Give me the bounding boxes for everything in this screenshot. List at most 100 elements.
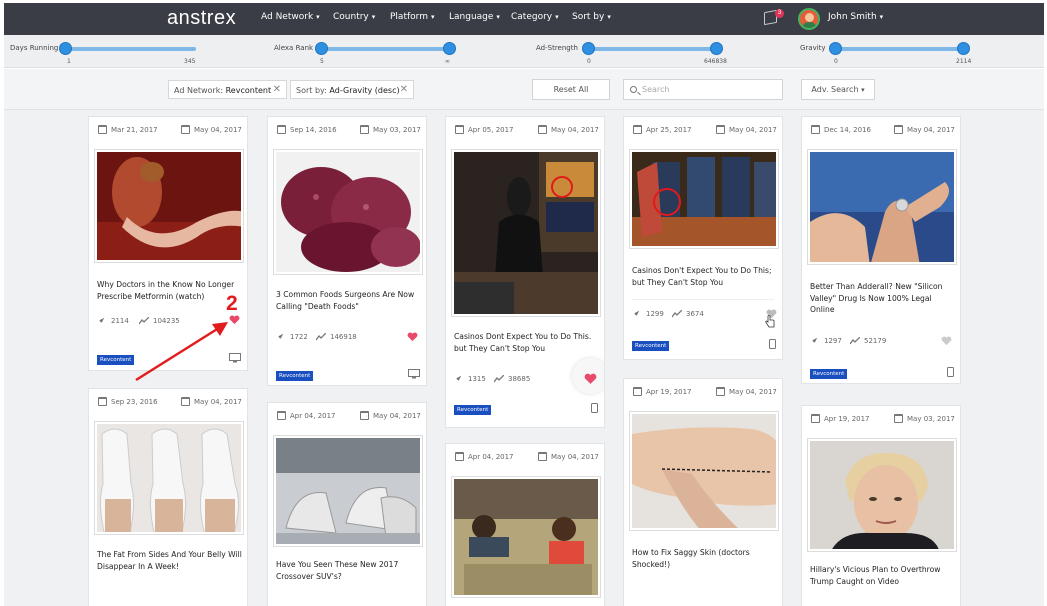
ads-grid: Mar 21, 2017 May 04, 2017 Why Doctors in… [4, 110, 1044, 606]
ad-image[interactable] [452, 477, 600, 597]
ad-card[interactable]: Apr 19, 2017 May 03, 2017 Hillary's Vici… [801, 405, 961, 606]
ad-image[interactable] [452, 150, 600, 316]
calendar-icon [716, 387, 725, 396]
days-running-min-handle[interactable] [59, 42, 72, 55]
ad-image[interactable] [95, 150, 243, 262]
ad-image[interactable] [274, 436, 422, 546]
rocket-icon [97, 317, 105, 325]
alexa-rank-max-handle[interactable] [443, 42, 456, 55]
chevron-down-icon: ▾ [496, 13, 500, 21]
ad-card[interactable]: Sep 23, 2016 May 04, 2017 The Fat From S… [88, 388, 248, 606]
ad-network-tag: Revcontent [97, 355, 135, 365]
ad-strength-max-handle[interactable] [710, 42, 723, 55]
days-running-max-value: 345 [184, 58, 196, 65]
last-seen-date: May 04, 2017 [551, 126, 599, 134]
trend-icon [494, 375, 504, 383]
gravity-max-value: 2114 [956, 58, 972, 65]
alexa-rank-track[interactable] [322, 47, 450, 51]
calendar-icon [633, 125, 642, 134]
ad-network-tag: Revcontent [810, 369, 848, 379]
alexa-rank-min-handle[interactable] [315, 42, 328, 55]
ad-title[interactable]: Hillary's Vicious Plan to Overthrow Trum… [810, 564, 955, 587]
ad-title[interactable]: Casinos Dont Expect You to Do This. but … [454, 331, 599, 354]
mobile-icon [769, 339, 776, 349]
ad-title[interactable]: Casinos Don't Expect You to Do This; but… [632, 265, 777, 288]
gravity-min-handle[interactable] [829, 42, 842, 55]
ad-stats: 1722 146918 [276, 332, 421, 345]
calendar-icon [811, 414, 820, 423]
card-dates: Sep 23, 2016 May 04, 2017 [89, 397, 247, 409]
ad-image[interactable] [95, 422, 243, 534]
chip-value: Revcontent [225, 86, 272, 95]
reset-all-button[interactable]: Reset All [532, 79, 610, 100]
user-menu[interactable]: John Smith ▾ [828, 12, 883, 22]
close-icon[interactable]: ✕ [273, 84, 281, 95]
mobile-icon [947, 367, 954, 377]
first-seen-date: Apr 04, 2017 [468, 453, 514, 461]
search-input[interactable]: Search [623, 79, 783, 100]
heart-icon[interactable] [407, 332, 418, 342]
ad-image[interactable] [274, 150, 422, 274]
nav-platform[interactable]: Platform ▾ [390, 12, 434, 22]
adv-search-button[interactable]: Adv. Search ▾ [801, 79, 875, 100]
calendar-icon [98, 397, 107, 406]
nav-category[interactable]: Category ▾ [511, 12, 559, 22]
gravity-track[interactable] [836, 47, 964, 51]
ad-image[interactable] [808, 439, 956, 551]
days-running-min-value: 1 [67, 58, 71, 65]
nav-ad-network-label: Ad Network [261, 12, 314, 22]
heart-icon[interactable] [584, 373, 597, 385]
ad-strength-value: 1722 [290, 333, 308, 341]
nav-country[interactable]: Country ▾ [333, 12, 375, 22]
card-dates: Apr 05, 2017 May 04, 2017 [446, 125, 604, 137]
ad-title[interactable]: Better Than Adderall? New "Silicon Valle… [810, 281, 955, 316]
ad-card[interactable]: Dec 14, 2016 May 04, 2017 Better Than Ad… [801, 116, 961, 384]
rocket-icon [454, 375, 462, 383]
ad-image[interactable] [808, 150, 956, 264]
ad-card[interactable]: Apr 25, 2017 May 04, 2017 Casinos Don't … [623, 116, 783, 360]
gravity-value: 3674 [686, 310, 704, 318]
chevron-down-icon: ▾ [879, 13, 884, 21]
first-seen-date: Sep 23, 2016 [111, 398, 158, 406]
nav-language[interactable]: Language ▾ [449, 12, 500, 22]
ad-card[interactable]: Apr 04, 2017 May 04, 2017 [445, 443, 605, 606]
ad-card[interactable]: Apr 05, 2017 May 04, 2017 Casinos Dont E… [445, 116, 605, 428]
last-seen-date: May 04, 2017 [194, 398, 242, 406]
ad-title[interactable]: 3 Common Foods Surgeons Are Now Calling … [276, 289, 421, 312]
last-seen-date: May 04, 2017 [907, 126, 955, 134]
calendar-icon [455, 125, 464, 134]
calendar-icon [811, 125, 820, 134]
adv-search-label: Adv. Search [811, 85, 859, 94]
ad-card[interactable]: Apr 04, 2017 May 04, 2017 Have You Seen … [267, 402, 427, 606]
ad-card[interactable]: Sep 14, 2016 May 03, 2017 3 Common Foods… [267, 116, 427, 386]
annotation-arrow [135, 322, 228, 382]
gravity-value: 38685 [508, 375, 531, 383]
ad-title[interactable]: Have You Seen These New 2017 Crossover S… [276, 559, 421, 582]
slider-label-alexa-rank: Alexa Rank [274, 44, 314, 52]
days-running-track[interactable] [66, 47, 196, 51]
calendar-icon [98, 125, 107, 134]
nav-ad-network[interactable]: Ad Network ▾ [261, 12, 320, 22]
gravity-value: 52179 [864, 337, 887, 345]
ad-image[interactable] [630, 412, 778, 530]
avatar[interactable] [798, 8, 820, 30]
first-seen-date: Apr 19, 2017 [824, 415, 870, 423]
top-navbar: anstrex Ad Network ▾ Country ▾ Platform ▾ L… [4, 3, 1044, 35]
close-icon[interactable]: ✕ [400, 84, 408, 95]
nav-sort-by[interactable]: Sort by ▾ [572, 12, 611, 22]
chevron-down-icon: ▾ [430, 13, 435, 21]
ad-strength-min-handle[interactable] [582, 42, 595, 55]
ad-title[interactable]: Why Doctors in the Know No Longer Prescr… [97, 279, 242, 302]
ad-title[interactable]: The Fat From Sides And Your Belly Will D… [97, 549, 242, 572]
alexa-rank-max-value: ∞ [445, 58, 450, 65]
ad-card[interactable]: Apr 19, 2017 May 04, 2017 How to Fix Sag… [623, 378, 783, 606]
ad-strength-track[interactable] [589, 47, 717, 51]
anstrex-logo[interactable]: anstrex [167, 7, 236, 30]
ad-title[interactable]: How to Fix Saggy Skin (doctors Shocked!) [632, 547, 777, 570]
chevron-down-icon: ▾ [371, 13, 376, 21]
ad-image[interactable] [630, 150, 778, 248]
gravity-max-handle[interactable] [957, 42, 970, 55]
calendar-icon [277, 411, 286, 420]
heart-icon[interactable] [941, 336, 952, 346]
filter-chip-ad-network: Ad Network: Revcontent ✕ [168, 80, 287, 99]
